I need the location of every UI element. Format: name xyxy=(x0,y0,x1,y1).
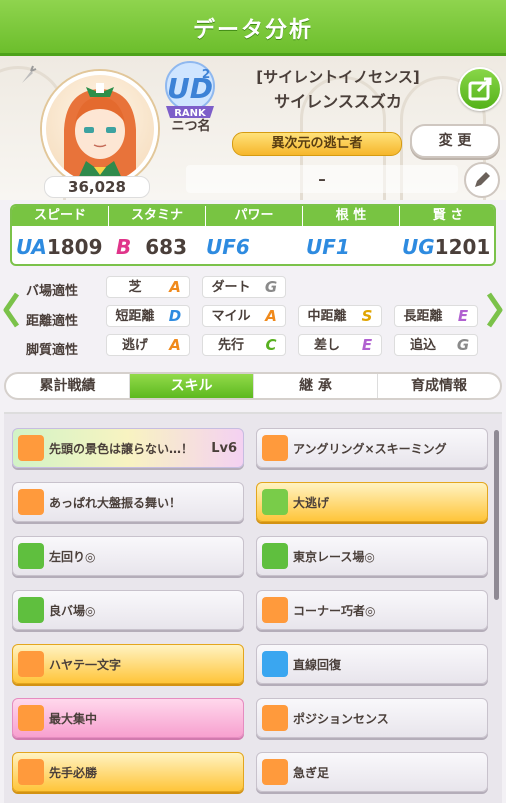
stat-guts: UF11312 xyxy=(306,235,350,259)
fan-count: 36,028 xyxy=(44,176,150,198)
distance-aptitude-label: 距離適性 xyxy=(26,314,79,329)
stat-wisdom: UG1201 xyxy=(402,235,491,259)
heart-icon xyxy=(262,543,288,569)
running-icon xyxy=(18,759,44,785)
stat-speed: UA1809 xyxy=(16,235,103,259)
rank-subtitle: ニつ名 xyxy=(171,119,211,134)
skill-item[interactable]: 大逃げ xyxy=(256,482,488,522)
sparkle-icon xyxy=(262,651,288,677)
skill-item[interactable]: コーナー巧者◎ xyxy=(256,590,488,630)
header-bar: データ分析 xyxy=(0,0,506,56)
trainer-title: [サイレントイノセンス] xyxy=(256,68,420,86)
tab-inheritance[interactable]: 継 承 xyxy=(254,374,378,398)
apt-long: 長距離 E xyxy=(394,305,478,327)
skill-item[interactable]: 最大集中 xyxy=(12,698,244,738)
track-aptitude-label: バ場適性 xyxy=(26,284,79,299)
comment-field: – xyxy=(186,165,458,193)
carrot-icon xyxy=(22,65,37,83)
stat-label-power: パワー xyxy=(206,206,302,226)
stat-label-stamina: スタミナ xyxy=(109,206,205,226)
tab-record[interactable]: 累計戦績 xyxy=(6,374,130,398)
apt-front-runner: 逃げ A xyxy=(106,334,190,356)
running-icon xyxy=(18,651,44,677)
skill-item[interactable]: 直線回復 xyxy=(256,644,488,684)
apt-pace-chaser: 先行 C xyxy=(202,334,286,356)
speed-lines-icon xyxy=(262,489,288,515)
apt-turf: 芝A xyxy=(106,276,190,298)
skill-item[interactable]: 良バ場◎ xyxy=(12,590,244,630)
skill-item[interactable]: アングリング×スキーミング xyxy=(256,428,488,468)
share-icon xyxy=(468,77,492,101)
epithet-badge: 異次元の逃亡者 xyxy=(232,132,402,156)
style-aptitude-label: 脚質適性 xyxy=(26,343,79,358)
pencil-icon xyxy=(475,172,490,187)
change-button[interactable]: 変 更 xyxy=(410,124,500,158)
skill-list-scrollbar[interactable] xyxy=(494,430,499,600)
stat-label-wisdom: 賢 さ xyxy=(400,206,494,226)
apt-sprint: 短距離 D xyxy=(106,305,190,327)
stat-label-guts: 根 性 xyxy=(303,206,399,226)
skill-item[interactable]: 先頭の景色は譲らない…！ Lv6 xyxy=(12,428,244,468)
running-icon xyxy=(262,435,288,461)
share-button[interactable] xyxy=(458,67,502,111)
stat-power: UF61369 xyxy=(206,235,250,259)
running-icon xyxy=(18,489,44,515)
character-portrait[interactable] xyxy=(42,71,158,187)
stat-stamina: B 683 xyxy=(116,235,187,259)
page-title: データ分析 xyxy=(192,18,313,43)
skill-item[interactable]: 左回り◎ xyxy=(12,536,244,576)
skill-item[interactable]: ハヤテ一文字 xyxy=(12,644,244,684)
stat-label-speed: スピード xyxy=(12,206,108,226)
apt-medium: 中距離 S xyxy=(298,305,382,327)
running-icon xyxy=(18,435,44,461)
trainer-name: サイレンススズカ xyxy=(274,92,402,111)
skill-item[interactable]: 急ぎ足 xyxy=(256,752,488,792)
apt-mile: マイル A xyxy=(202,305,286,327)
profile-panel: 36,028 UD 2 RANK ニつ名 [サイレントイノセンス] サイレンスス… xyxy=(0,56,506,200)
next-arrow-icon[interactable] xyxy=(486,290,504,330)
track-icon xyxy=(18,543,44,569)
tab-skills[interactable]: スキル xyxy=(130,374,254,398)
apt-dirt: ダート G xyxy=(202,276,286,298)
prev-arrow-icon[interactable] xyxy=(2,290,20,330)
tab-training-info[interactable]: 育成情報 xyxy=(378,374,500,398)
running-icon xyxy=(262,759,288,785)
scroll-icon xyxy=(262,705,288,731)
skill-item[interactable]: あっぱれ大盤振る舞い！ xyxy=(12,482,244,522)
gate-icon xyxy=(18,705,44,731)
skill-item[interactable]: ポジションセンス xyxy=(256,698,488,738)
stats-panel: スピード スタミナ パワー 根 性 賢 さ UA1809 B683 UF6136… xyxy=(10,204,496,266)
running-icon xyxy=(262,597,288,623)
skill-list[interactable]: 先頭の景色は譲らない…！ Lv6 アングリング×スキーミング あっぱれ大盤振る舞い… xyxy=(4,412,502,803)
ground-icon xyxy=(18,597,44,623)
character-avatar xyxy=(64,83,136,183)
skill-item[interactable]: 先手必勝 xyxy=(12,752,244,792)
skill-item[interactable]: 東京レース場◎ xyxy=(256,536,488,576)
tab-bar: 累計戦績 スキル 継 承 育成情報 xyxy=(4,372,502,400)
edit-comment-button[interactable] xyxy=(464,162,500,198)
svg-text:2: 2 xyxy=(202,67,210,81)
apt-end-closer: 追込 G xyxy=(394,334,478,356)
apt-late-surger: 差し E xyxy=(298,334,382,356)
